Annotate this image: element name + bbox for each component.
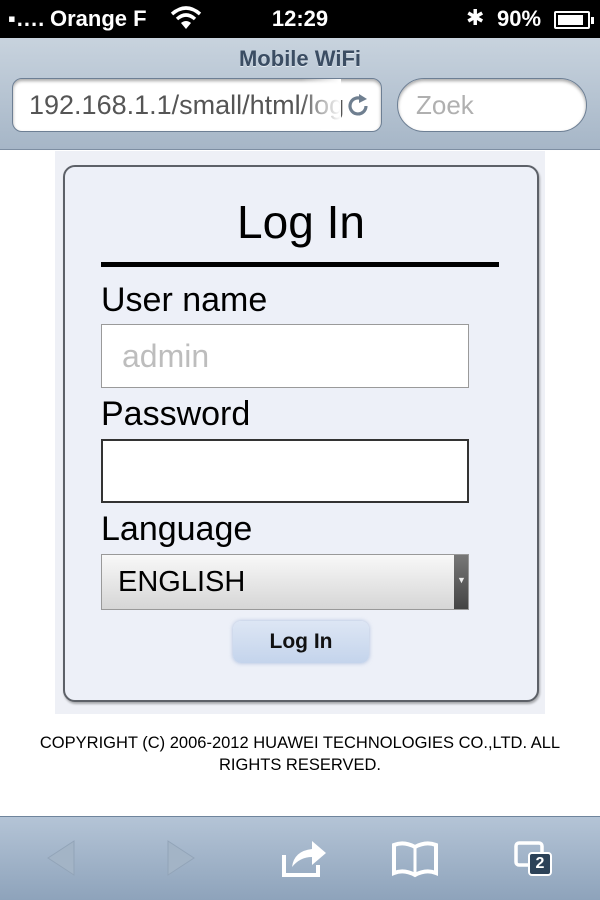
browser-toolbar: 2: [0, 816, 600, 900]
password-label: Password: [101, 395, 251, 433]
share-icon[interactable]: [278, 835, 328, 881]
login-title: Log In: [237, 196, 365, 248]
username-label: User name: [101, 281, 268, 319]
search-field[interactable]: [397, 78, 587, 132]
back-arrow-icon[interactable]: [38, 835, 88, 881]
language-selected-value: ENGLISH: [118, 566, 246, 598]
tab-count-badge[interactable]: 2: [528, 852, 552, 876]
address-bar[interactable]: 192.168.1.1/small/html/login: [12, 78, 382, 132]
dropdown-arrow-icon[interactable]: ▼: [454, 555, 468, 609]
copyright-text: COPYRIGHT (C) 2006-2012 HUAWEI TECHNOLOG…: [39, 734, 561, 774]
battery-level-fill: [558, 15, 584, 25]
reload-icon[interactable]: [345, 93, 371, 119]
username-input[interactable]: [101, 324, 469, 388]
url-fade: [301, 79, 341, 131]
password-input[interactable]: [101, 439, 469, 503]
bluetooth-icon: ✱: [466, 5, 485, 30]
page-content: Log In User name Password Language ENGLI…: [0, 151, 600, 816]
title-divider: [101, 262, 499, 267]
login-panel: Log In User name Password Language ENGLI…: [63, 165, 539, 702]
battery-percentage: 90%: [497, 6, 542, 31]
browser-header: Mobile WiFi 192.168.1.1/small/html/login: [0, 38, 600, 150]
login-button[interactable]: Log In: [233, 621, 369, 663]
status-bar: ▪.... Orange F 12:29 ✱ 90%: [0, 0, 600, 38]
battery-icon: [554, 11, 594, 29]
forward-arrow-icon[interactable]: [154, 835, 204, 881]
search-input[interactable]: [416, 89, 576, 121]
bookmarks-icon[interactable]: [390, 835, 440, 881]
language-label: Language: [101, 510, 253, 548]
language-select[interactable]: ENGLISH ▼: [101, 554, 469, 610]
url-text[interactable]: 192.168.1.1/small/html/login: [29, 90, 345, 121]
page-title: Mobile WiFi: [238, 46, 361, 71]
